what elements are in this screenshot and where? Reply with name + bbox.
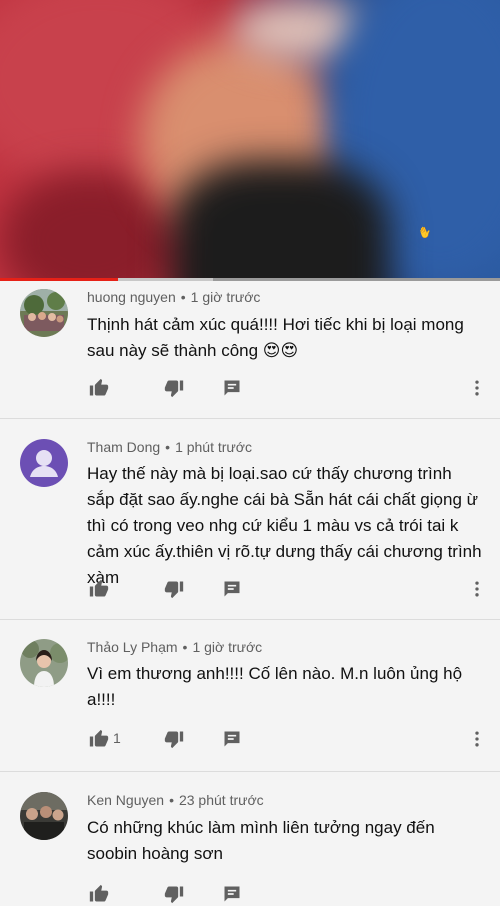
more-vert-icon [467,378,487,398]
dislike-button[interactable] [162,727,186,751]
like-button[interactable] [87,376,111,400]
comment-icon [222,579,242,599]
comment-item: huong nguyen • 1 giờ trước Thịnh hát cảm x… [0,281,500,419]
comment-actions [87,376,487,400]
separator-dot: • [169,792,174,808]
reply-button[interactable] [220,727,244,751]
more-options-button[interactable] [465,577,489,601]
comment-time: 23 phút trước [178,792,264,808]
video-player[interactable]: ✋ [0,0,500,280]
comment-list: huong nguyen • 1 giờ trước Thịnh hát cảm x… [0,281,500,904]
dislike-button[interactable] [162,882,186,906]
comment-icon [222,884,242,904]
thumb-down-icon [164,579,184,599]
avatar[interactable] [20,289,68,337]
like-count: 1 [113,730,121,746]
comment-time: 1 giờ trước [190,289,261,305]
comment-time: 1 phút trước [175,439,252,455]
comment-author[interactable]: Thảo Ly Phạm [87,639,178,655]
avatar[interactable] [20,439,68,487]
separator-dot: • [182,639,188,655]
avatar[interactable] [20,792,68,840]
comment-meta: Ken Nguyen • 23 phút trước [87,792,264,808]
comment-actions [87,577,487,601]
comment-text: Hay thế này mà bị loại.sao cứ thấy chươn… [87,464,482,587]
comment-meta: huong nguyen • 1 giờ trước [87,289,260,305]
comment-author[interactable]: Ken Nguyen [87,792,164,808]
like-button[interactable] [87,577,111,601]
comment-author[interactable]: huong nguyen [87,289,176,305]
thumb-down-icon [164,729,184,749]
thumb-up-icon [89,884,109,904]
thumb-down-icon [164,378,184,398]
thumb-up-icon [89,378,109,398]
comment-text: Vì em thương anh!!!! Cố lên nào. M.n luô… [87,664,463,709]
reply-button[interactable] [220,376,244,400]
more-options-button[interactable] [465,376,489,400]
more-vert-icon [467,579,487,599]
thumb-down-icon [164,884,184,904]
comment-time: 1 giờ trước [192,639,263,655]
comment-text: Có những khúc làm mình liên tưởng ngay đ… [87,818,435,863]
default-user-avatar [30,450,58,477]
comment-meta: Thảo Ly Phạm • 1 giờ trước [87,639,262,655]
thumb-up-icon [89,729,109,749]
thumb-up-icon [89,579,109,599]
dislike-button[interactable] [162,577,186,601]
reply-button[interactable] [220,882,244,906]
comment-item: Ken Nguyen • 23 phút trước Có những khúc l… [0,772,500,904]
comment-icon [222,378,242,398]
comment-text: Thịnh hát cảm xúc quá!!!! Hơi tiếc khi b… [87,315,464,360]
comment-meta: Tham Dong • 1 phút trước [87,439,252,455]
more-vert-icon [467,729,487,749]
comment-icon [222,729,242,749]
separator-dot: • [180,289,186,305]
comment-author[interactable]: Tham Dong [87,439,160,455]
comment-actions [87,882,487,906]
avatar[interactable] [20,639,68,687]
reply-button[interactable] [220,577,244,601]
video-frame-blur [170,160,390,280]
comment-item: Thảo Ly Phạm • 1 giờ trước Vì em thương an… [0,620,500,772]
more-options-button[interactable] [465,727,489,751]
comment-item: Tham Dong • 1 phút trước Hay thế này mà bị… [0,419,500,620]
like-button[interactable]: 1 [87,727,121,751]
separator-dot: • [165,439,171,455]
like-button[interactable] [87,882,111,906]
comment-actions: 1 [87,727,487,751]
dislike-button[interactable] [162,376,186,400]
